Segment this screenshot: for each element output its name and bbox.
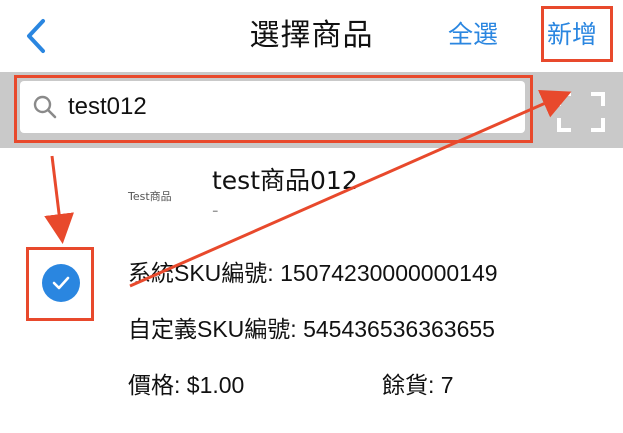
- product-thumbnail: Test商品: [128, 190, 172, 203]
- product-list-item[interactable]: Test商品 test商品012 - 系統SKU編號: 150742300000…: [0, 148, 623, 433]
- price-row: 價格: $1.00: [128, 368, 244, 402]
- stock-value: 7: [440, 372, 454, 398]
- select-all-button[interactable]: 全選: [448, 16, 498, 54]
- custom-sku-row: 自定義SKU編號: 545436536363655: [128, 312, 495, 346]
- search-input-value: test012: [68, 93, 147, 120]
- system-sku-row: 系統SKU編號: 15074230000000149: [128, 256, 498, 290]
- custom-sku-value: 545436536363655: [303, 316, 495, 342]
- top-nav-bar: 選擇商品 全選 新增: [0, 0, 623, 72]
- custom-sku-label: 自定義SKU編號:: [128, 316, 297, 342]
- search-icon: [32, 94, 58, 120]
- checkmark-icon: [52, 276, 70, 290]
- product-name: test商品012: [212, 166, 358, 195]
- page-title: 選擇商品: [249, 18, 374, 53]
- search-bar: test012: [0, 72, 623, 148]
- price-value: $1.00: [186, 372, 245, 398]
- add-button[interactable]: 新增: [547, 16, 597, 54]
- system-sku-value: 15074230000000149: [280, 260, 498, 286]
- price-label: 價格:: [128, 372, 181, 398]
- item-select-checkbox[interactable]: [42, 264, 80, 302]
- product-subtitle: -: [212, 200, 219, 221]
- system-sku-label: 系統SKU編號:: [128, 260, 274, 286]
- search-input[interactable]: test012: [20, 81, 525, 133]
- stock-row: 餘貨: 7: [382, 368, 454, 402]
- stock-label: 餘貨:: [382, 372, 435, 398]
- scan-button[interactable]: [555, 90, 607, 134]
- scan-icon: [557, 92, 605, 132]
